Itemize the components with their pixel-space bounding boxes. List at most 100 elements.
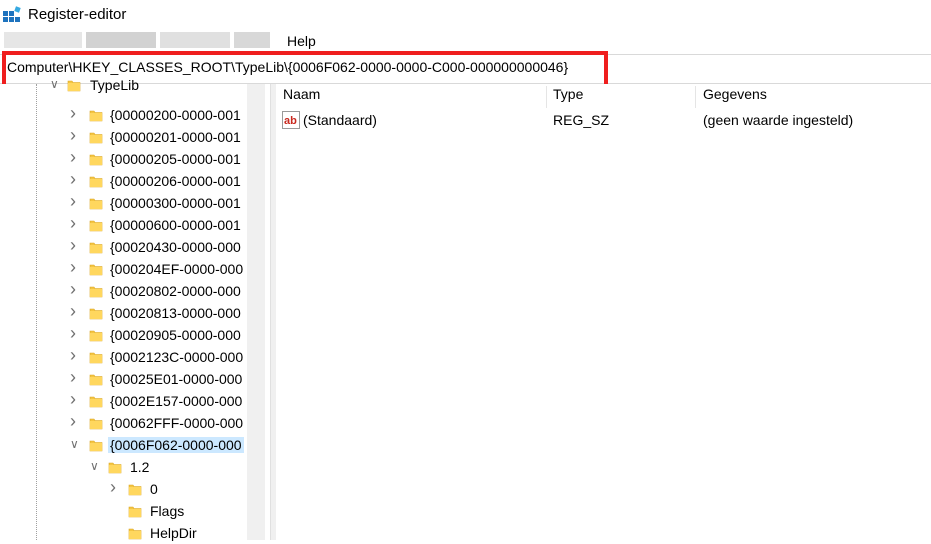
tree-item-label: {000204EF-0000-000 bbox=[110, 261, 244, 277]
column-header-data[interactable]: Gegevens bbox=[703, 86, 767, 108]
folder-icon bbox=[89, 108, 103, 122]
menu-help[interactable]: Help bbox=[287, 33, 316, 49]
chevron-right-icon[interactable]: › bbox=[70, 169, 82, 189]
folder-icon bbox=[108, 460, 122, 474]
menu-item-blurred[interactable] bbox=[234, 32, 270, 48]
column-header-type[interactable]: Type bbox=[553, 86, 583, 108]
chevron-right-icon[interactable]: › bbox=[70, 345, 82, 365]
chevron-down-icon[interactable]: ∨ bbox=[90, 459, 102, 473]
chevron-right-icon[interactable]: › bbox=[70, 125, 82, 145]
tree-item-label: HelpDir bbox=[150, 525, 197, 541]
tree-item-label: {0002123C-0000-000 bbox=[110, 349, 244, 365]
folder-icon bbox=[89, 218, 103, 232]
folder-icon bbox=[89, 262, 103, 276]
tree-item-guid[interactable]: › {00062FFF-0000-000 bbox=[0, 411, 247, 434]
tree-item-guid[interactable]: › {00020802-0000-000 bbox=[0, 279, 247, 302]
string-value-icon: ab bbox=[282, 111, 300, 129]
tree-item-label: {00020430-0000-000 bbox=[110, 239, 241, 255]
tree-item-version[interactable]: ∨ 1.2 bbox=[0, 456, 247, 478]
tree-item-label: {00000200-0000-001 bbox=[110, 107, 241, 123]
tree-item-label: {00020905-0000-000 bbox=[110, 327, 241, 343]
value-type[interactable]: REG_SZ bbox=[553, 112, 609, 128]
tree-scrollbar[interactable] bbox=[247, 84, 265, 540]
menu-item-blurred[interactable] bbox=[86, 32, 156, 48]
tree-item-label: 0 bbox=[150, 481, 158, 497]
tree-item-typelib[interactable]: ∨ TypeLib bbox=[0, 74, 247, 96]
menu-item-blurred[interactable] bbox=[4, 32, 82, 48]
chevron-right-icon[interactable]: › bbox=[70, 191, 82, 211]
tree-item-guid[interactable]: › {00000206-0000-001 bbox=[0, 169, 247, 192]
tree-item-label: Flags bbox=[150, 503, 185, 519]
title-bar: Register-editor bbox=[0, 0, 931, 30]
column-header-name[interactable]: Naam bbox=[283, 86, 320, 108]
chevron-right-icon[interactable]: › bbox=[110, 477, 122, 497]
folder-icon bbox=[89, 174, 103, 188]
tree-item-label: {0006F062-0000-000 bbox=[108, 437, 244, 453]
tree-item-guid[interactable]: ∨ {0006F062-0000-000 bbox=[0, 434, 247, 456]
tree-item-label: {00000600-0000-001 bbox=[110, 217, 241, 233]
chevron-right-icon[interactable]: › bbox=[70, 301, 82, 321]
column-divider[interactable] bbox=[546, 86, 547, 108]
value-name[interactable]: (Standaard) bbox=[303, 112, 377, 128]
svg-text:ab: ab bbox=[284, 115, 297, 127]
chevron-right-icon[interactable]: › bbox=[70, 411, 82, 431]
tree-item-guid[interactable]: › {00000600-0000-001 bbox=[0, 213, 247, 236]
folder-icon bbox=[128, 504, 142, 518]
tree-item-label: {00000205-0000-001 bbox=[110, 151, 241, 167]
tree-item-label: {00025E01-0000-000 bbox=[110, 371, 243, 387]
folder-icon bbox=[89, 328, 103, 342]
tree-item-guid[interactable]: › {00020905-0000-000 bbox=[0, 323, 247, 346]
values-list: Naam Type Gegevens ab (Standaard) REG_SZ… bbox=[276, 84, 931, 540]
menu-item-blurred[interactable] bbox=[160, 32, 230, 48]
tree-item-label: {00020802-0000-000 bbox=[110, 283, 241, 299]
folder-icon bbox=[89, 130, 103, 144]
address-input[interactable] bbox=[7, 59, 907, 75]
folder-icon bbox=[128, 482, 142, 496]
tree-item-guid[interactable]: › {00000200-0000-001 bbox=[0, 103, 247, 126]
chevron-right-icon[interactable]: › bbox=[70, 389, 82, 409]
folder-icon bbox=[89, 284, 103, 298]
tree-item-guid[interactable]: › {00020430-0000-000 bbox=[0, 235, 247, 258]
folder-icon bbox=[89, 350, 103, 364]
tree-item-guid[interactable]: › {000204EF-0000-000 bbox=[0, 257, 247, 280]
folder-icon bbox=[128, 526, 142, 540]
value-data[interactable]: (geen waarde ingesteld) bbox=[703, 112, 853, 128]
tree-item-guid[interactable]: › {00000300-0000-001 bbox=[0, 191, 247, 214]
folder-icon bbox=[89, 240, 103, 254]
tree-item-sub[interactable]: HelpDir bbox=[0, 522, 247, 544]
tree-item-guid[interactable]: › {00025E01-0000-000 bbox=[0, 367, 247, 390]
column-divider[interactable] bbox=[695, 86, 696, 108]
tree-item-label: {00000300-0000-001 bbox=[110, 195, 241, 211]
chevron-right-icon[interactable]: › bbox=[70, 367, 82, 387]
chevron-down-icon[interactable]: ∨ bbox=[50, 77, 62, 91]
folder-icon bbox=[89, 372, 103, 386]
tree-item-label: {0002E157-0000-000 bbox=[110, 393, 243, 409]
tree-item-sub[interactable]: Flags bbox=[0, 500, 247, 522]
folder-icon bbox=[89, 394, 103, 408]
tree-item-label: {00000201-0000-001 bbox=[110, 129, 241, 145]
chevron-right-icon[interactable]: › bbox=[70, 235, 82, 255]
tree-item-guid[interactable]: › {00000201-0000-001 bbox=[0, 125, 247, 148]
chevron-right-icon[interactable]: › bbox=[70, 213, 82, 233]
folder-icon bbox=[89, 152, 103, 166]
tree-item-guid[interactable]: › {0002E157-0000-000 bbox=[0, 389, 247, 412]
tree-item-label: 1.2 bbox=[130, 459, 150, 475]
folder-icon bbox=[89, 438, 103, 452]
tree-item-guid[interactable]: › {00000205-0000-001 bbox=[0, 147, 247, 170]
folder-icon bbox=[89, 196, 103, 210]
tree-item-sub[interactable]: › 0 bbox=[0, 477, 247, 500]
chevron-right-icon[interactable]: › bbox=[70, 323, 82, 343]
folder-icon bbox=[67, 78, 81, 92]
tree-item-guid[interactable]: › {00020813-0000-000 bbox=[0, 301, 247, 324]
chevron-right-icon[interactable]: › bbox=[70, 257, 82, 277]
chevron-right-icon[interactable]: › bbox=[70, 103, 82, 123]
menu-bar: Help bbox=[0, 30, 931, 52]
chevron-right-icon[interactable]: › bbox=[70, 147, 82, 167]
tree-item-label: {00020813-0000-000 bbox=[110, 305, 241, 321]
chevron-down-icon[interactable]: ∨ bbox=[70, 437, 82, 451]
registry-editor-icon bbox=[3, 6, 21, 22]
tree-item-label: TypeLib bbox=[90, 77, 140, 93]
tree-item-guid[interactable]: › {0002123C-0000-000 bbox=[0, 345, 247, 368]
tree-item-label: {00062FFF-0000-000 bbox=[110, 415, 244, 431]
chevron-right-icon[interactable]: › bbox=[70, 279, 82, 299]
